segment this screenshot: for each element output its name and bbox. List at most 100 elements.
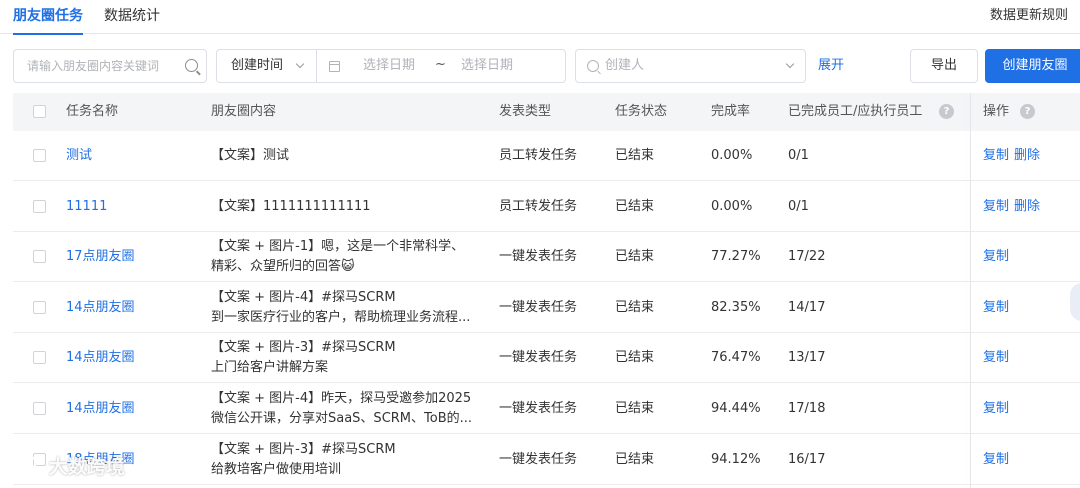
completed-count: 17/18 xyxy=(788,401,826,416)
table-row: 17点朋友圈 【文案 + 图片-1】嗯，这是一个非常科学、 精彩、众望所归的回答😺 一… xyxy=(13,232,1080,283)
content-cell: 【文案 + 图片-4】#探马SCRM 到一家医疗行业的客户，帮助梳理业务流程... xyxy=(211,288,486,328)
row-actions: 复制 删除 xyxy=(983,131,1045,181)
completion-rate: 94.12% xyxy=(711,451,761,467)
search-icon[interactable] xyxy=(185,59,198,72)
date-type-label: 创建时间 xyxy=(231,58,284,73)
row-checkbox[interactable] xyxy=(33,351,46,365)
expand-filters-link[interactable]: 展开 xyxy=(818,48,844,84)
delete-button[interactable]: 删除 xyxy=(1014,148,1040,163)
task-name-link[interactable]: 17点朋友圈 xyxy=(66,232,135,282)
completed-count: 17/22 xyxy=(788,249,826,265)
col-completed-employees: 已完成员工/应执行员工 xyxy=(788,104,923,119)
publish-type: 员工转发任务 xyxy=(499,198,578,214)
content-line: 【文案 + 图片-4】#探马SCRM xyxy=(211,289,396,305)
completion-rate: 76.47% xyxy=(711,350,761,366)
row-actions: 复制 删除 xyxy=(983,182,1045,232)
keyword-search-input[interactable] xyxy=(14,50,182,82)
copy-button[interactable]: 复制 xyxy=(983,452,1009,467)
task-status: 已结束 xyxy=(615,299,655,315)
publish-type: 一键发表任务 xyxy=(499,451,578,467)
keyword-search-box xyxy=(13,49,207,83)
content-line: 上门给客户讲解方案 xyxy=(211,360,329,376)
delete-button[interactable]: 删除 xyxy=(1014,199,1040,214)
row-actions: 复制 xyxy=(983,232,1014,282)
export-button[interactable]: 导出 xyxy=(910,49,978,83)
task-status: 已结束 xyxy=(615,451,655,467)
creator-select[interactable]: 创建人 xyxy=(575,49,806,83)
copy-button[interactable]: 复制 xyxy=(983,350,1009,365)
task-name-link[interactable]: 测试 xyxy=(66,131,92,181)
task-status: 已结束 xyxy=(615,350,655,366)
row-actions: 复制 xyxy=(983,435,1014,485)
select-all-checkbox[interactable] xyxy=(33,105,46,118)
copy-button[interactable]: 复制 xyxy=(983,148,1009,163)
tab-data-stats[interactable]: 数据统计 xyxy=(104,6,160,26)
task-name-link[interactable]: 14点朋友圈 xyxy=(66,283,135,333)
col-content: 朋友圈内容 xyxy=(211,104,277,119)
create-moment-button[interactable]: 创建朋友圈 xyxy=(985,49,1080,83)
watermark-text: 大数跨境 xyxy=(48,456,125,478)
completion-rate: 0.00% xyxy=(711,148,753,163)
task-name-link[interactable]: 11111 xyxy=(66,182,107,232)
date-type-select[interactable]: 创建时间 xyxy=(217,50,317,82)
content-cell: 【文案】1111111111111 xyxy=(211,182,486,232)
publish-type: 一键发表任务 xyxy=(499,401,578,416)
task-status: 已结束 xyxy=(615,249,655,265)
content-cell: 【文案 + 图片-3】#探马SCRM 给教培客户做使用培训 xyxy=(211,440,486,480)
col-publish-type: 发表类型 xyxy=(499,104,552,119)
content-line: 【文案 + 图片-1】嗯，这是一个非常科学、 xyxy=(211,239,465,255)
data-update-rules-link[interactable]: 数据更新规则 xyxy=(990,6,1068,26)
publish-type: 一键发表任务 xyxy=(499,350,578,366)
row-checkbox[interactable] xyxy=(33,250,46,264)
task-status: 已结束 xyxy=(615,198,655,214)
start-date-input[interactable]: 选择日期 xyxy=(363,50,415,82)
completed-count: 0/1 xyxy=(788,198,809,214)
content-line: 【文案 + 图片-3】#探马SCRM xyxy=(211,340,396,356)
content-line: 给教培客户做使用培训 xyxy=(211,461,342,477)
task-name-link[interactable]: 14点朋友圈 xyxy=(66,333,135,383)
task-name-link[interactable]: 14点朋友圈 xyxy=(66,384,135,434)
help-icon[interactable]: ? xyxy=(939,104,954,119)
task-status: 已结束 xyxy=(615,401,655,416)
end-date-input[interactable]: 选择日期 xyxy=(461,50,513,82)
col-task-status: 任务状态 xyxy=(615,104,668,119)
creator-placeholder: 创建人 xyxy=(605,58,645,73)
row-checkbox[interactable] xyxy=(33,149,46,162)
tab-moments-tasks[interactable]: 朋友圈任务 xyxy=(13,6,83,35)
completion-rate: 0.00% xyxy=(711,198,753,214)
date-separator: ~ xyxy=(435,57,446,72)
content-cell: 【文案 + 图片-3】#探马SCRM 上门给客户讲解方案 xyxy=(211,338,486,378)
publish-type: 员工转发任务 xyxy=(499,148,578,163)
publish-type: 一键发表任务 xyxy=(499,249,578,265)
top-tabs: 朋友圈任务 数据统计 数据更新规则 xyxy=(0,0,1080,35)
table-row: 14点朋友圈 【文案 + 图片-4】昨天，探马受邀参加2025 微信公开课，分享对S… xyxy=(13,384,1080,434)
completed-count: 16/17 xyxy=(788,451,826,467)
copy-button[interactable]: 复制 xyxy=(983,249,1009,264)
row-checkbox[interactable] xyxy=(33,199,46,213)
content-cell: 【文案】测试 xyxy=(211,131,486,181)
row-checkbox[interactable] xyxy=(33,300,46,314)
chevron-down-icon xyxy=(295,59,305,69)
completed-count: 13/17 xyxy=(788,350,826,366)
content-cell: 【文案 + 图片-1】嗯，这是一个非常科学、 精彩、众望所归的回答😺 xyxy=(211,237,486,277)
row-checkbox[interactable] xyxy=(33,402,46,415)
row-actions: 复制 xyxy=(983,283,1014,333)
content-line: 到一家医疗行业的客户，帮助梳理业务流程... xyxy=(211,309,471,325)
content-line: 微信公开课，分享对SaaS、SCRM、ToB的... xyxy=(211,411,473,426)
table-row: 14点朋友圈 【文案 + 图片-3】#探马SCRM 上门给客户讲解方案 一键发表任务 已… xyxy=(13,333,1080,384)
col-actions: 操作 xyxy=(983,104,1010,119)
content-line: 【文案 + 图片-4】昨天，探马受邀参加2025 xyxy=(211,391,472,406)
task-status: 已结束 xyxy=(615,148,655,163)
copy-button[interactable]: 复制 xyxy=(983,300,1009,315)
col-completion-rate: 完成率 xyxy=(711,104,751,119)
table-row: 测试 【文案】测试 员工转发任务 已结束 0.00% 0/1 复制 删除 xyxy=(13,131,1080,181)
floating-side-button[interactable] xyxy=(1070,283,1080,321)
copy-button[interactable]: 复制 xyxy=(983,401,1009,416)
help-icon[interactable]: ? xyxy=(1020,104,1035,119)
copy-button[interactable]: 复制 xyxy=(983,199,1009,214)
table-row: 14点朋友圈 【文案 + 图片-4】#探马SCRM 到一家医疗行业的客户，帮助梳理业… xyxy=(13,283,1080,333)
chat-bubble-icon xyxy=(11,455,36,480)
table-header: 任务名称 朋友圈内容 发表类型 任务状态 完成率 已完成员工/应执行员工 ? 操… xyxy=(13,93,1080,131)
date-range-filter: 创建时间 选择日期 ~ 选择日期 xyxy=(216,49,566,83)
publish-type: 一键发表任务 xyxy=(499,299,578,315)
